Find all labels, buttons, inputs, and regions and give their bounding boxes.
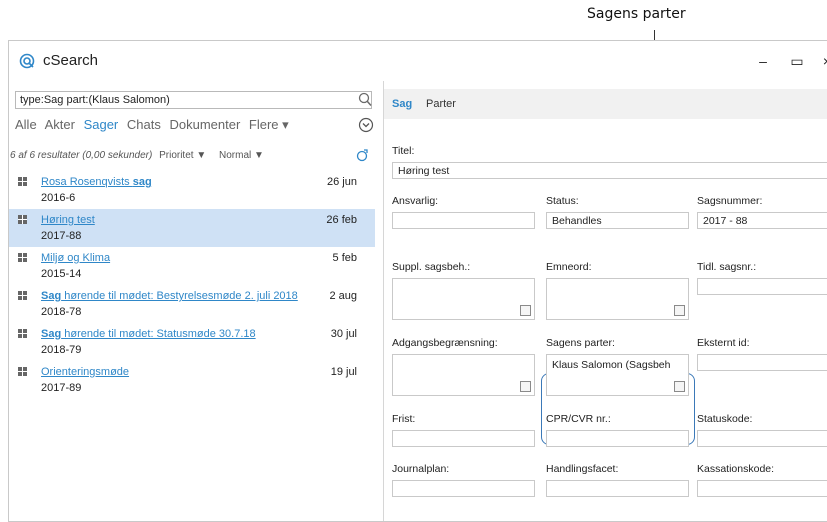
result-date: 26 feb xyxy=(326,214,357,226)
frist-field[interactable] xyxy=(392,430,535,447)
cpr-field[interactable] xyxy=(546,430,689,447)
result-date: 26 jun xyxy=(327,176,357,188)
journalplan-label: Journalplan: xyxy=(392,463,450,475)
result-item[interactable]: Miljø og Klima 5 feb 2015-14 xyxy=(9,247,375,285)
result-number: 2017-89 xyxy=(41,382,82,394)
result-title[interactable]: Orienteringsmøde xyxy=(41,366,129,378)
kassation-label: Kassationskode: xyxy=(697,463,775,475)
tab-sag[interactable]: Sag xyxy=(392,98,412,110)
sagsnummer-field[interactable]: 2017 - 88 xyxy=(697,212,827,229)
result-item[interactable]: Orienteringsmøde 19 jul 2017-89 xyxy=(9,361,375,399)
result-title[interactable]: Miljø og Klima xyxy=(41,252,110,264)
emneord-label: Emneord: xyxy=(546,261,592,273)
sort-order-dropdown[interactable]: Normal ▼ xyxy=(219,150,264,161)
case-icon xyxy=(18,329,27,338)
app-title: cSearch xyxy=(43,52,99,69)
filter-alle[interactable]: Alle xyxy=(15,117,37,132)
tab-parter[interactable]: Parter xyxy=(426,98,456,110)
search-input[interactable]: type:Sag part:(Klaus Salomon) xyxy=(15,91,372,109)
app-window: cSearch – ▭ × type:Sag part:(Klaus Salom… xyxy=(8,40,827,522)
result-title[interactable]: Rosa Rosenqvists sag xyxy=(41,176,152,188)
tidl-field[interactable] xyxy=(697,278,827,295)
suppl-field[interactable] xyxy=(392,278,535,320)
handlingsfacet-label: Handlingsfacet: xyxy=(546,463,619,475)
close-button[interactable]: × xyxy=(815,49,827,73)
adgang-label: Adgangsbegrænsning: xyxy=(392,337,498,349)
detail-pane: Sag Parter Titel: Høring test Ansvarlig:… xyxy=(384,81,827,521)
open-list-icon[interactable] xyxy=(674,381,685,392)
status-label: Status: xyxy=(546,195,579,207)
result-number: 2017-88 xyxy=(41,230,82,242)
expand-filters-icon[interactable] xyxy=(358,117,374,133)
open-list-icon[interactable] xyxy=(674,305,685,316)
result-date: 19 jul xyxy=(330,366,357,378)
statuskode-label: Statuskode: xyxy=(697,413,753,425)
results-list: Rosa Rosenqvists sag 26 jun 2016-6 Hørin… xyxy=(9,171,383,399)
results-summary: 6 af 6 resultater (0,00 sekunder) Priori… xyxy=(10,150,264,161)
frist-label: Frist: xyxy=(392,413,416,425)
ansvarlig-field[interactable] xyxy=(392,212,535,229)
adgang-field[interactable] xyxy=(392,354,535,396)
parter-value: Klaus Salomon (Sagsbeh xyxy=(552,359,671,371)
results-count: 6 af 6 resultater (0,00 sekunder) xyxy=(10,150,153,161)
titel-label: Titel: xyxy=(392,145,415,157)
result-item-selected[interactable]: Høring test 26 feb 2017-88 xyxy=(9,209,375,247)
result-number: 2016-6 xyxy=(41,192,76,204)
result-item[interactable]: Rosa Rosenqvists sag 26 jun 2016-6 xyxy=(9,171,375,209)
titel-field[interactable]: Høring test xyxy=(392,162,827,179)
filter-akter[interactable]: Akter xyxy=(45,117,75,132)
title-bar: cSearch – ▭ × xyxy=(9,41,827,81)
parter-label: Sagens parter: xyxy=(546,337,615,349)
journalplan-field[interactable] xyxy=(392,480,535,497)
sagsnummer-label: Sagsnummer: xyxy=(697,195,763,207)
csearch-logo-icon xyxy=(19,53,35,69)
result-item[interactable]: Sag hørende til mødet: Statusmøde 30.7.1… xyxy=(9,323,375,361)
sort-field-dropdown[interactable]: Prioritet ▼ xyxy=(159,150,206,161)
search-icon[interactable] xyxy=(357,91,373,109)
maximize-button[interactable]: ▭ xyxy=(785,49,809,73)
result-title[interactable]: Sag hørende til mødet: Statusmøde 30.7.1… xyxy=(41,328,256,340)
parter-field[interactable]: Klaus Salomon (Sagsbeh xyxy=(546,354,689,396)
case-icon xyxy=(18,215,27,224)
suppl-label: Suppl. sagsbeh.: xyxy=(392,261,471,273)
filter-flere[interactable]: Flere ▾ xyxy=(249,117,289,132)
emneord-field[interactable] xyxy=(546,278,689,320)
refresh-icon[interactable] xyxy=(355,147,371,163)
filter-dokumenter[interactable]: Dokumenter xyxy=(169,117,240,132)
tidl-label: Tidl. sagsnr.: xyxy=(697,261,757,273)
eksternt-label: Eksternt id: xyxy=(697,337,750,349)
kassation-field[interactable] xyxy=(697,480,827,497)
result-title[interactable]: Høring test xyxy=(41,214,95,226)
result-title[interactable]: Sag hørende til mødet: Bestyrelsesmøde 2… xyxy=(41,290,298,302)
case-icon xyxy=(18,177,27,186)
cpr-label: CPR/CVR nr.: xyxy=(546,413,611,425)
callout-label: Sagens parter xyxy=(587,6,686,22)
results-pane: type:Sag part:(Klaus Salomon) Alle Akter… xyxy=(9,81,384,521)
open-list-icon[interactable] xyxy=(520,305,531,316)
open-list-icon[interactable] xyxy=(520,381,531,392)
ansvarlig-label: Ansvarlig: xyxy=(392,195,439,207)
eksternt-field[interactable] xyxy=(697,354,827,371)
status-field[interactable]: Behandles xyxy=(546,212,689,229)
result-date: 5 feb xyxy=(332,252,357,264)
statuskode-field[interactable] xyxy=(697,430,827,447)
filter-tabs: Alle Akter Sager Chats Dokumenter Flere … xyxy=(15,117,294,133)
minimize-button[interactable]: – xyxy=(751,49,775,73)
result-item[interactable]: Sag hørende til mødet: Bestyrelsesmøde 2… xyxy=(9,285,375,323)
filter-sager[interactable]: Sager xyxy=(84,117,119,132)
filter-chats[interactable]: Chats xyxy=(127,117,161,132)
result-number: 2018-79 xyxy=(41,344,82,356)
detail-tabs: Sag Parter xyxy=(384,89,827,119)
result-date: 2 aug xyxy=(329,290,357,302)
handlingsfacet-field[interactable] xyxy=(546,480,689,497)
result-number: 2018-78 xyxy=(41,306,82,318)
result-date: 30 jul xyxy=(330,328,357,340)
case-icon xyxy=(18,253,27,262)
case-icon xyxy=(18,367,27,376)
case-icon xyxy=(18,291,27,300)
result-number: 2015-14 xyxy=(41,268,82,280)
